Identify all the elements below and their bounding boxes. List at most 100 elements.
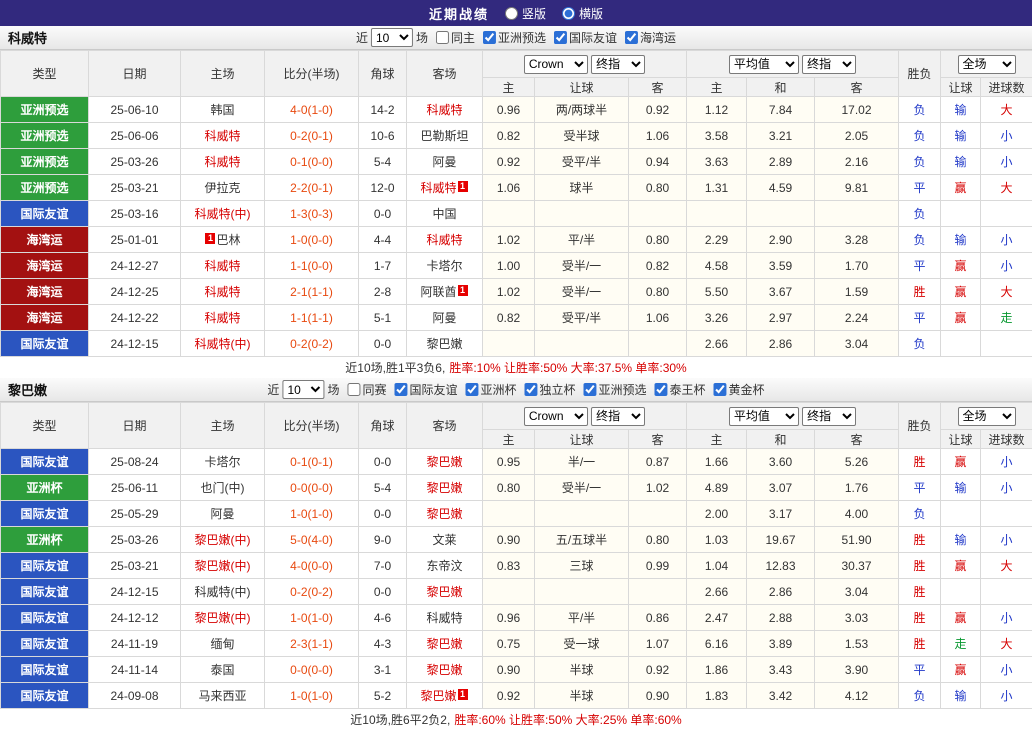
date-cell: 25-05-29	[88, 500, 181, 527]
horizontal-layout-radio[interactable]	[562, 6, 575, 20]
score-cell[interactable]: 1-0(0-0)	[264, 226, 359, 253]
filter-checkbox-international-friendly[interactable]: 国际友谊	[394, 381, 457, 398]
away-team-cell: 黎巴嫩	[406, 578, 483, 605]
international-friendly-checkbox[interactable]	[554, 31, 568, 44]
score-cell[interactable]: 0-2(0-2)	[264, 578, 359, 605]
filter-checkbox-international-friendly[interactable]: 国际友谊	[554, 29, 617, 46]
score-cell[interactable]: 0-1(0-0)	[264, 148, 359, 175]
goals-result-cell: 小	[980, 252, 1032, 279]
date-cell: 24-12-15	[88, 578, 181, 605]
avg-away-odds-cell: 3.04	[814, 578, 899, 605]
score-cell[interactable]: 1-0(1-0)	[264, 682, 359, 709]
same-home-checkbox[interactable]	[435, 31, 449, 44]
filter-checkbox-independence-cup[interactable]: 独立杯	[524, 381, 576, 398]
handicap-away-odds-cell: 0.92	[628, 96, 687, 123]
avg-draw-odds-cell: 2.88	[746, 604, 815, 631]
handicap-stage-select[interactable]: 终指	[591, 406, 646, 426]
goals-result-cell	[980, 330, 1032, 357]
international-friendly-checkbox[interactable]	[394, 383, 408, 396]
corners-cell: 9-0	[358, 526, 407, 553]
competition-type-cell: 亚洲预选	[0, 148, 89, 175]
score-cell[interactable]: 2-1(1-1)	[264, 278, 359, 305]
fulltime-select[interactable]: 全场	[957, 54, 1016, 74]
competition-type-cell: 国际友谊	[0, 656, 89, 683]
asian-qualifiers-checkbox[interactable]	[483, 31, 496, 44]
corners-cell: 0-0	[358, 448, 407, 475]
team-name: 阿曼	[432, 155, 457, 169]
average-odds-select[interactable]: 平均值	[728, 406, 799, 426]
team-name: 科威特	[204, 129, 241, 143]
match-count-select[interactable]: 10	[370, 28, 413, 47]
score-cell[interactable]: 0-2(0-2)	[264, 330, 359, 357]
score-cell[interactable]: 1-1(1-1)	[264, 304, 359, 331]
col-header-type: 类型	[0, 50, 89, 97]
filter-checkbox-gulf-cup[interactable]: 海湾运	[625, 29, 676, 46]
summary-line: 近10场,胜1平3负6, 胜率:10% 让胜率:50% 大率:37.5% 单率:…	[0, 357, 1032, 378]
team-name: 巴勒斯坦	[420, 129, 469, 143]
match-row: 国际友谊 24-11-19 缅甸 2-3(1-1) 4-3 黎巴嫩 0.75 受一球 1.07 6…	[0, 630, 1032, 657]
avg-away-odds-cell: 1.53	[814, 630, 899, 657]
average-stage-select[interactable]: 终指	[802, 406, 857, 426]
bookmaker-select[interactable]: Crown	[523, 406, 588, 426]
score-cell[interactable]: 5-0(4-0)	[264, 526, 359, 553]
home-team-cell: 科威特	[180, 122, 265, 149]
handicap-away-odds-cell: 0.94	[628, 148, 687, 175]
layout-radio-vertical[interactable]: 竖版	[504, 5, 546, 22]
score-cell[interactable]: 0-0(0-0)	[264, 474, 359, 501]
filter-checkbox-kings-cup[interactable]: 泰王杯	[654, 381, 706, 398]
vertical-layout-radio[interactable]	[504, 6, 518, 20]
same-competition-checkbox[interactable]	[347, 383, 361, 396]
filter-checkbox-same-competition[interactable]: 同赛	[347, 381, 386, 398]
filter-checkbox-asian-qualifiers[interactable]: 亚洲预选	[583, 381, 647, 398]
score-cell[interactable]: 4-0(1-0)	[264, 96, 359, 123]
score-cell[interactable]: 0-0(0-0)	[264, 656, 359, 683]
red-card-badge: 1	[205, 233, 216, 244]
handicap-home-odds-cell: 0.90	[482, 656, 535, 683]
avg-draw-odds-cell: 2.90	[746, 226, 815, 253]
match-count-select[interactable]: 10	[282, 380, 325, 399]
layout-radio-horizontal[interactable]: 横版	[562, 5, 603, 22]
score-cell[interactable]: 1-0(1-0)	[264, 604, 359, 631]
score-cell[interactable]: 2-3(1-1)	[264, 630, 359, 657]
handicap-line-cell: 受半/一	[534, 252, 629, 279]
competition-type-cell: 亚洲预选	[0, 96, 89, 123]
bookmaker-select[interactable]: Crown	[523, 54, 588, 74]
handicap-stage-select[interactable]: 终指	[591, 54, 646, 74]
avg-draw-odds-cell: 2.86	[746, 578, 815, 605]
filter-checkbox-asian-qualifiers[interactable]: 亚洲预选	[483, 29, 546, 46]
kings-cup-checkbox[interactable]	[654, 383, 668, 396]
col-header-date: 日期	[88, 402, 181, 449]
score-cell[interactable]: 1-1(0-0)	[264, 252, 359, 279]
score-cell[interactable]: 0-1(0-1)	[264, 448, 359, 475]
score-cell[interactable]: 2-2(0-1)	[264, 174, 359, 201]
average-odds-select[interactable]: 平均值	[728, 54, 799, 74]
asian-qualifiers-checkbox[interactable]	[583, 383, 597, 396]
score-cell[interactable]: 0-2(0-1)	[264, 122, 359, 149]
handicap-line-cell: 半/一	[534, 448, 629, 475]
kuwait-matches-table: 类型 日期 主场 比分(半场) 角球 客场 Crown 终指 平均值 终指 胜负…	[0, 50, 1032, 357]
score-cell[interactable]: 4-0(0-0)	[264, 552, 359, 579]
team-name: 韩国	[210, 103, 235, 117]
goals-result-cell: 小	[980, 656, 1032, 683]
score-cell[interactable]: 1-3(0-3)	[264, 200, 359, 227]
filter-unit-label: 场	[415, 31, 428, 45]
avg-home-odds-cell: 2.00	[686, 500, 747, 527]
filter-checkbox-asian-cup[interactable]: 亚洲杯	[465, 381, 517, 398]
asian-cup-checkbox[interactable]	[465, 383, 479, 396]
col-header-result: 胜负	[898, 50, 941, 97]
handicap-home-odds-cell: 0.92	[482, 682, 535, 709]
handicap-line-cell: 受半/一	[534, 474, 629, 501]
filter-checkbox-same-home[interactable]: 同主	[435, 29, 475, 46]
competition-type-cell: 国际友谊	[0, 448, 89, 475]
handicap-away-odds-cell: 0.92	[628, 656, 687, 683]
independence-cup-checkbox[interactable]	[524, 383, 538, 396]
gulf-cup-checkbox[interactable]	[625, 31, 639, 44]
gold-cup-checkbox[interactable]	[713, 383, 727, 396]
filter-checkbox-gold-cup[interactable]: 黄金杯	[713, 381, 765, 398]
score-cell[interactable]: 1-0(1-0)	[264, 500, 359, 527]
corners-cell: 3-1	[358, 656, 407, 683]
fulltime-select[interactable]: 全场	[957, 406, 1016, 426]
handicap-away-odds-cell: 0.90	[628, 682, 687, 709]
away-team-cell: 黎巴嫩	[406, 500, 483, 527]
average-stage-select[interactable]: 终指	[802, 54, 857, 74]
